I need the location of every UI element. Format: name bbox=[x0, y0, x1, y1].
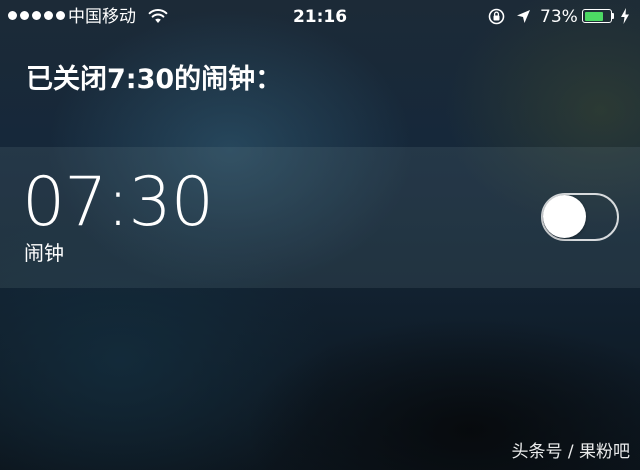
battery-cap bbox=[612, 13, 614, 19]
battery-percent: 73% bbox=[540, 7, 578, 27]
battery-level-fill bbox=[584, 11, 603, 21]
alarm-card: 07:30 闹钟 bbox=[0, 147, 640, 288]
siri-response-text: 已关闭7:30的闹钟： bbox=[26, 64, 283, 95]
status-bar: 中国移动 21:16 73% bbox=[0, 0, 640, 34]
battery-icon bbox=[582, 9, 612, 23]
charging-bolt-icon bbox=[621, 8, 629, 24]
orientation-lock-icon bbox=[488, 8, 505, 25]
alarm-label: 闹钟 bbox=[24, 241, 64, 265]
alarm-toggle[interactable] bbox=[541, 193, 619, 241]
toggle-knob[interactable] bbox=[543, 195, 586, 238]
location-arrow-icon bbox=[517, 10, 530, 23]
alarm-time: 07:30 bbox=[22, 163, 214, 242]
watermark-text: 头条号 / 果粉吧 bbox=[511, 442, 630, 462]
